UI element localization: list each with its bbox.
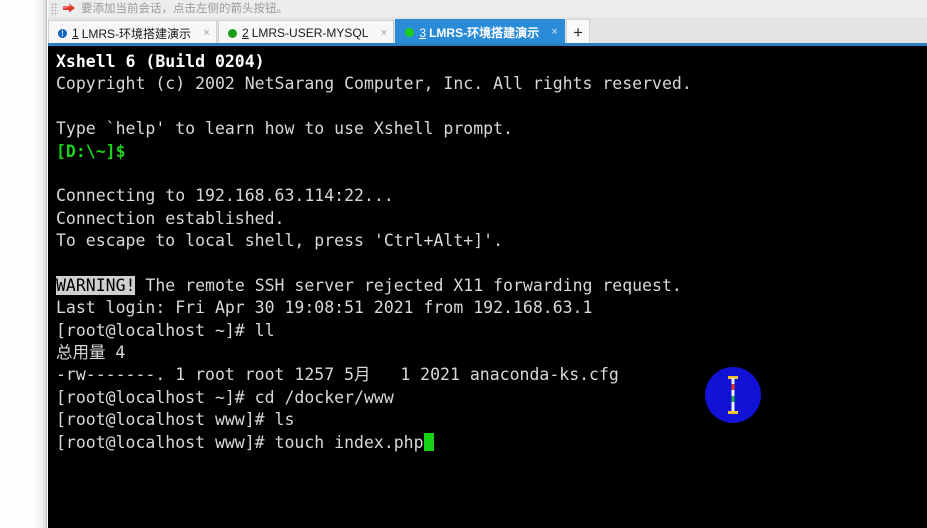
- terminal-text: [root@localhost www]# ls: [56, 410, 295, 430]
- terminal-text: [root@localhost ~]# cd /docker/www: [56, 387, 394, 407]
- session-manager-panel[interactable]: [0, 0, 47, 528]
- terminal-text: [D:\~]$: [56, 141, 126, 161]
- terminal-text: Xshell 6 (Build 0204): [56, 52, 265, 71]
- red-arrow-icon: [63, 3, 75, 12]
- terminal-text: -rw-------. 1 root root 1257 5月 1 2021 a…: [56, 365, 619, 385]
- terminal-line: 总用量 4: [56, 342, 927, 364]
- terminal-text: To escape to local shell, press 'Ctrl+Al…: [56, 231, 504, 251]
- terminal-line: [root@localhost ~]# cd /docker/www: [56, 387, 927, 409]
- terminal-text: WARNING!: [56, 275, 136, 295]
- tab-index: 1: [72, 26, 79, 40]
- terminal-line: [root@localhost ~]# ll: [56, 320, 927, 342]
- tab-connected-icon: [228, 28, 238, 38]
- tab-index: 3: [419, 25, 427, 40]
- terminal-text: Copyright (c) 2002 NetSarang Computer, I…: [56, 74, 692, 94]
- tab-2[interactable]: 2 LMRS-USER-MYSQL ×: [218, 20, 395, 45]
- terminal-text: Connecting to 192.168.63.114:22...: [56, 186, 394, 206]
- tab-close-icon[interactable]: ×: [549, 27, 560, 38]
- terminal-output[interactable]: Xshell 6 (Build 0204) Copyright (c) 2002 …: [48, 46, 927, 528]
- terminal-text: Connection established.: [56, 208, 285, 228]
- terminal-line: To escape to local shell, press 'Ctrl+Al…: [56, 230, 927, 252]
- new-tab-button[interactable]: +: [566, 19, 591, 45]
- tab-bar: ! 1 LMRS-环境搭建演示 × 2 LMRS-USER-MYSQL × 3 …: [48, 18, 927, 45]
- terminal-line: Last login: Fri Apr 30 19:08:51 2021 fro…: [56, 297, 927, 319]
- terminal-line: Type `help' to learn how to use Xshell p…: [56, 118, 927, 140]
- terminal-line: [root@localhost www]# touch index.php: [56, 432, 927, 454]
- tab-1[interactable]: ! 1 LMRS-环境搭建演示 ×: [48, 20, 218, 45]
- drag-grip-icon[interactable]: [50, 1, 58, 16]
- terminal-line: -rw-------. 1 root root 1257 5月 1 2021 a…: [56, 364, 927, 386]
- terminal-line: Connecting to 192.168.63.114:22...: [56, 185, 927, 207]
- terminal-text: The remote SSH server rejected X11 forwa…: [135, 275, 682, 295]
- terminal-line: WARNING! The remote SSH server rejected …: [56, 275, 927, 297]
- terminal-text: [root@localhost ~]# ll: [56, 320, 275, 340]
- tab-connected-icon: [405, 28, 415, 37]
- terminal-text: Last login: Fri Apr 30 19:08:51 2021 fro…: [56, 298, 593, 318]
- tab-title: LMRS-环境搭建演示: [81, 26, 192, 41]
- terminal-line: [root@localhost www]# ls: [56, 409, 927, 431]
- tab-close-icon[interactable]: ×: [378, 27, 389, 39]
- terminal-line: Copyright (c) 2002 NetSarang Computer, I…: [56, 73, 927, 95]
- hint-text: 要添加当前会话，点击左侧的箭头按钮。: [81, 2, 288, 15]
- tab-3[interactable]: 3 LMRS-环境搭建演示 ×: [395, 19, 566, 45]
- tab-close-icon[interactable]: ×: [201, 27, 212, 39]
- terminal-text: 总用量 4: [56, 343, 126, 363]
- terminal-line: [D:\~]$: [56, 141, 927, 163]
- tab-title: LMRS-USER-MYSQL: [251, 26, 369, 40]
- terminal-text: [root@localhost www]# touch index.php: [56, 432, 424, 452]
- terminal-line: Connection established.: [56, 208, 927, 230]
- tab-title: LMRS-环境搭建演示: [429, 26, 540, 40]
- terminal-cursor: [423, 432, 434, 451]
- tab-warning-icon: !: [58, 28, 67, 38]
- xshell-window: 要添加当前会话，点击左侧的箭头按钮。 ! 1 LMRS-环境搭建演示 × 2 L…: [0, 0, 927, 528]
- hint-bar: 要添加当前会话，点击左侧的箭头按钮。: [48, 0, 927, 18]
- terminal-line: Xshell 6 (Build 0204): [56, 51, 927, 73]
- tab-index: 2: [242, 26, 249, 40]
- terminal-text: Type `help' to learn how to use Xshell p…: [56, 119, 513, 139]
